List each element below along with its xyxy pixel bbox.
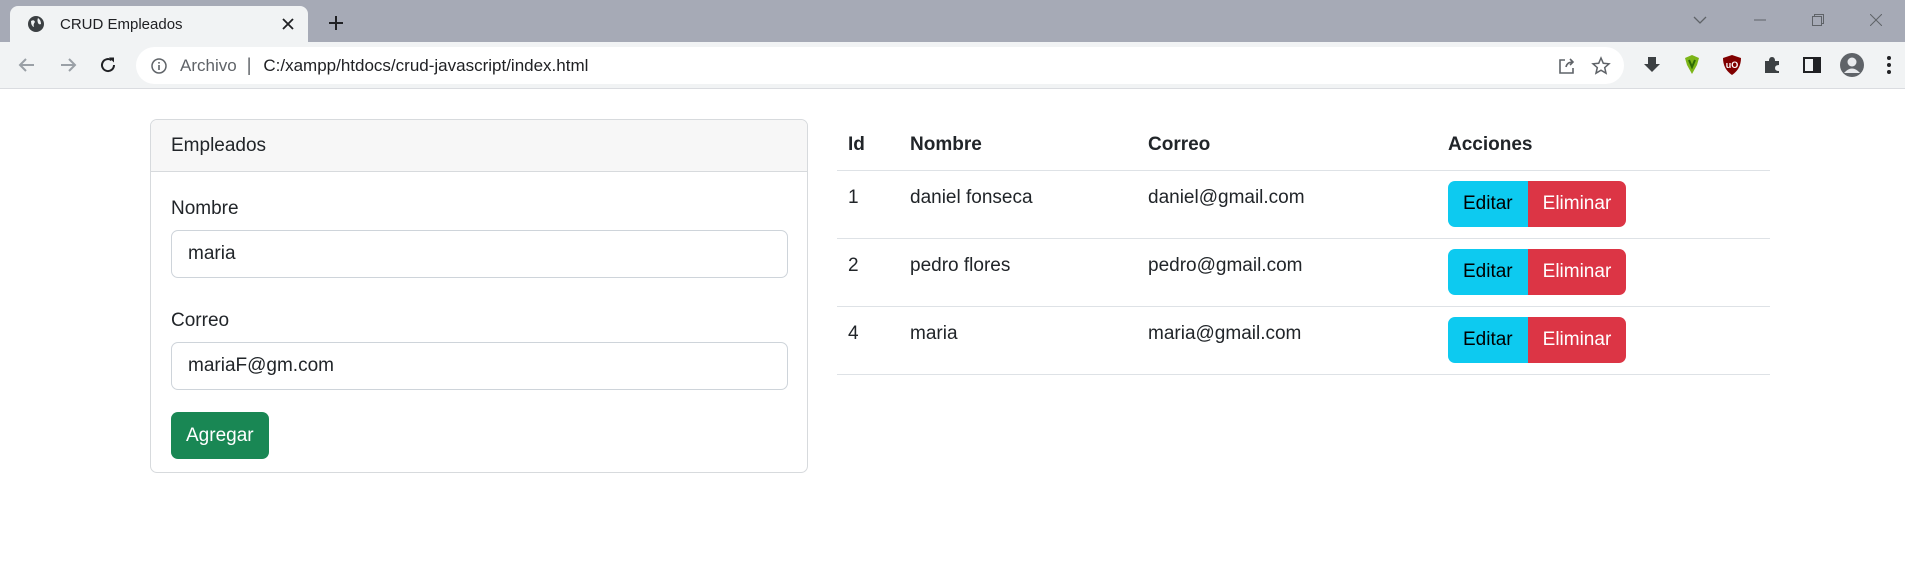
nombre-input[interactable]: [171, 230, 788, 278]
nombre-label: Nombre: [171, 198, 239, 219]
browser-toolbar: Archivo | C:/xampp/htdocs/crud-javascrip…: [0, 42, 1905, 89]
star-icon[interactable]: [1588, 53, 1614, 79]
edit-button[interactable]: Editar: [1448, 316, 1528, 363]
ublock-icon[interactable]: uO: [1716, 49, 1748, 81]
employees-table: Id Nombre Correo Acciones 1 daniel fonse…: [837, 121, 1770, 375]
delete-button[interactable]: Eliminar: [1527, 248, 1627, 295]
globe-icon: [26, 14, 46, 34]
row-actions: Editar Eliminar: [1448, 316, 1627, 363]
download-icon[interactable]: [1636, 49, 1668, 81]
correo-input[interactable]: [171, 342, 788, 390]
cell-nombre: maria: [899, 306, 1137, 375]
scheme-label: Archivo: [180, 55, 237, 75]
cell-id: 1: [837, 170, 899, 239]
agregar-button[interactable]: Agregar: [171, 412, 269, 459]
puzzle-icon[interactable]: [1756, 49, 1788, 81]
row-actions: Editar Eliminar: [1448, 248, 1627, 295]
row-actions: Editar Eliminar: [1448, 180, 1627, 227]
edit-button[interactable]: Editar: [1448, 180, 1528, 227]
table-row: 2 pedro flores pedro@gmail.com Editar El…: [837, 238, 1770, 307]
correo-label: Correo: [171, 310, 230, 331]
menu-icon[interactable]: [1873, 49, 1905, 81]
svg-text:uO: uO: [1726, 60, 1739, 70]
card-body: Nombre Correo Agregar: [151, 172, 807, 472]
cell-nombre: daniel fonseca: [899, 170, 1137, 239]
chevron-down-icon[interactable]: [1675, 0, 1725, 40]
cell-correo: daniel@gmail.com: [1137, 170, 1437, 239]
table-header-row: Id Nombre Correo Acciones: [837, 121, 1770, 171]
profile-icon[interactable]: [1836, 49, 1868, 81]
cell-nombre: pedro flores: [899, 238, 1137, 307]
info-icon[interactable]: [150, 57, 168, 75]
share-icon[interactable]: [1554, 53, 1580, 79]
cell-correo: pedro@gmail.com: [1137, 238, 1437, 307]
close-icon[interactable]: [274, 10, 302, 38]
address-bar[interactable]: Archivo | C:/xampp/htdocs/crud-javascrip…: [136, 47, 1624, 84]
url-text[interactable]: C:/xampp/htdocs/crud-javascript/index.ht…: [263, 56, 588, 76]
column-header-acciones: Acciones: [1437, 121, 1770, 171]
tab-strip: CRUD Empleados: [0, 0, 1905, 42]
window-controls: [1675, 0, 1905, 42]
forward-icon[interactable]: [52, 49, 84, 81]
column-header-correo: Correo: [1137, 121, 1437, 171]
sidepanel-icon[interactable]: [1796, 49, 1828, 81]
plus-icon[interactable]: [322, 9, 350, 37]
card-header: Empleados: [151, 120, 807, 172]
employee-form-card: Empleados Nombre Correo Agregar: [150, 119, 808, 473]
browser-tab[interactable]: CRUD Empleados: [10, 6, 308, 42]
cell-acciones: Editar Eliminar: [1437, 306, 1770, 375]
cell-id: 4: [837, 306, 899, 375]
cell-id: 2: [837, 238, 899, 307]
cell-acciones: Editar Eliminar: [1437, 238, 1770, 307]
extension-icon[interactable]: [1676, 49, 1708, 81]
column-header-id: Id: [837, 121, 899, 171]
edit-button[interactable]: Editar: [1448, 248, 1528, 295]
back-icon[interactable]: [11, 49, 43, 81]
close-window-icon[interactable]: [1847, 0, 1905, 40]
delete-button[interactable]: Eliminar: [1527, 180, 1627, 227]
delete-button[interactable]: Eliminar: [1527, 316, 1627, 363]
tab-title: CRUD Empleados: [60, 15, 183, 33]
table-row: 4 maria maria@gmail.com Editar Eliminar: [837, 306, 1770, 375]
restore-icon[interactable]: [1789, 0, 1847, 40]
minimize-icon[interactable]: [1731, 0, 1789, 40]
reload-icon[interactable]: [92, 49, 124, 81]
table-row: 1 daniel fonseca daniel@gmail.com Editar…: [837, 170, 1770, 239]
column-header-nombre: Nombre: [899, 121, 1137, 171]
cell-correo: maria@gmail.com: [1137, 306, 1437, 375]
scheme-separator: |: [246, 55, 252, 75]
cell-acciones: Editar Eliminar: [1437, 170, 1770, 239]
